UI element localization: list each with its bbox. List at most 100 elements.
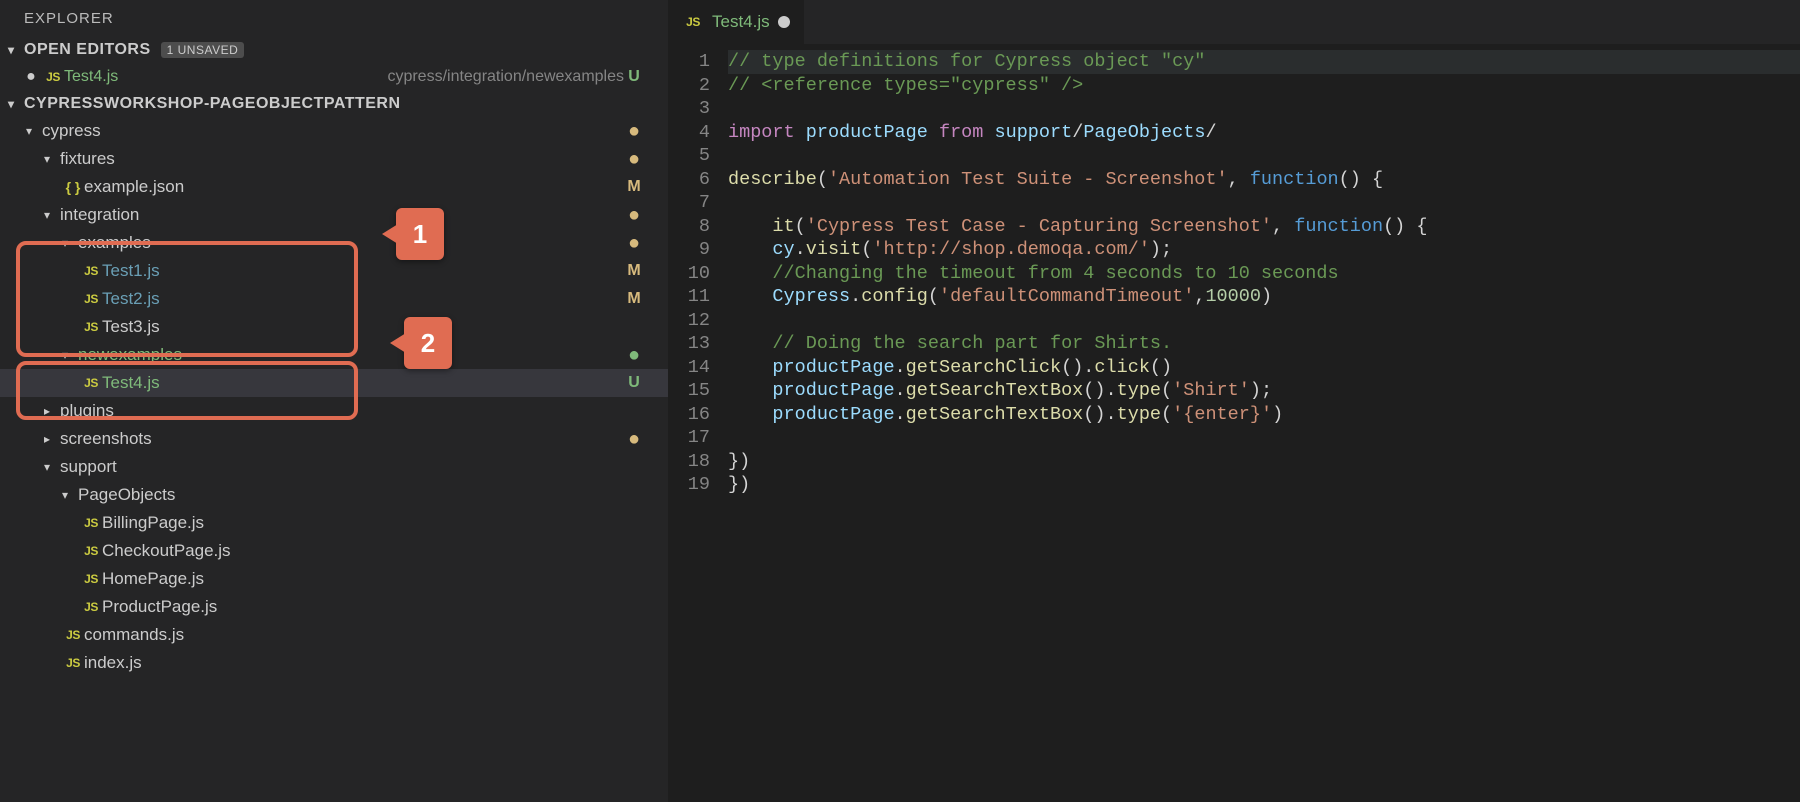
folder-screenshots[interactable]: ▸screenshots● [0, 425, 668, 453]
line-number: 14 [668, 356, 710, 380]
folder-integration[interactable]: ▾integration● [0, 201, 668, 229]
open-editor-filename: Test4.js [64, 68, 379, 86]
line-number: 2 [668, 74, 710, 98]
file-commands.js[interactable]: JScommands.js [0, 621, 668, 649]
code-content[interactable]: // type definitions for Cypress object "… [728, 50, 1800, 802]
dirty-indicator-icon [778, 16, 790, 28]
js-file-icon: JS [42, 70, 64, 84]
line-number: 8 [668, 215, 710, 239]
chevron-down-icon: ▾ [44, 152, 56, 166]
git-dirty-dot-icon: ● [624, 210, 644, 220]
folder-PageObjects[interactable]: ▾PageObjects [0, 481, 668, 509]
line-number: 15 [668, 379, 710, 403]
line-number: 1 [668, 50, 710, 74]
code-line[interactable]: describe('Automation Test Suite - Screen… [728, 168, 1800, 192]
line-number: 17 [668, 426, 710, 450]
file-label: Test1.js [102, 261, 624, 281]
code-line[interactable]: // <reference types="cypress" /> [728, 74, 1800, 98]
folder-label: support [60, 457, 644, 477]
line-number: 11 [668, 285, 710, 309]
file-index.js[interactable]: JSindex.js [0, 649, 668, 677]
json-file-icon: { } [62, 179, 84, 195]
file-Test3.js[interactable]: JSTest3.js [0, 313, 668, 341]
code-line[interactable] [728, 309, 1800, 333]
git-dirty-dot-icon: ● [624, 434, 644, 444]
file-label: HomePage.js [102, 569, 644, 589]
js-file-icon: JS [80, 264, 102, 278]
file-Test4.js[interactable]: JSTest4.jsU [0, 369, 668, 397]
git-status: M [624, 262, 644, 280]
open-editors-label: OPEN EDITORS [24, 41, 151, 59]
js-file-icon: JS [80, 544, 102, 558]
line-number: 10 [668, 262, 710, 286]
code-line[interactable] [728, 144, 1800, 168]
file-BillingPage.js[interactable]: JSBillingPage.js [0, 509, 668, 537]
file-label: example.json [84, 177, 624, 197]
dirty-indicator-icon: ● [20, 68, 42, 86]
code-line[interactable]: //Changing the timeout from 4 seconds to… [728, 262, 1800, 286]
code-line[interactable] [728, 191, 1800, 215]
chevron-right-icon: ▸ [44, 432, 56, 446]
file-ProductPage.js[interactable]: JSProductPage.js [0, 593, 668, 621]
code-line[interactable]: Cypress.config('defaultCommandTimeout',1… [728, 285, 1800, 309]
line-number: 18 [668, 450, 710, 474]
line-number-gutter: 12345678910111213141516171819 [668, 50, 728, 802]
folder-plugins[interactable]: ▸plugins [0, 397, 668, 425]
code-line[interactable]: it('Cypress Test Case - Capturing Screen… [728, 215, 1800, 239]
code-line[interactable]: productPage.getSearchClick().click() [728, 356, 1800, 380]
code-area[interactable]: 12345678910111213141516171819 // type de… [668, 44, 1800, 802]
js-file-icon: JS [682, 15, 704, 29]
chevron-down-icon: ▾ [44, 208, 56, 222]
git-dirty-dot-icon: ● [624, 126, 644, 136]
chevron-down-icon: ▾ [62, 236, 74, 250]
chevron-down-icon: ▾ [62, 348, 74, 362]
open-editor-item[interactable]: ● JS Test4.js cypress/integration/newexa… [0, 63, 668, 91]
git-dirty-dot-icon: ● [624, 350, 644, 360]
code-line[interactable]: // type definitions for Cypress object "… [728, 50, 1800, 74]
code-line[interactable]: productPage.getSearchTextBox().type('Shi… [728, 379, 1800, 403]
file-Test2.js[interactable]: JSTest2.jsM [0, 285, 668, 313]
folder-label: newexamples [78, 345, 624, 365]
file-CheckoutPage.js[interactable]: JSCheckoutPage.js [0, 537, 668, 565]
folder-newexamples[interactable]: ▾ newexamples● [0, 341, 668, 369]
line-number: 3 [668, 97, 710, 121]
code-line[interactable] [728, 97, 1800, 121]
workspace-name: CYPRESSWORKSHOP-PAGEOBJECTPATTERN [24, 95, 401, 113]
tab-label: Test4.js [712, 12, 770, 32]
git-status: M [624, 290, 644, 308]
explorer-title: EXPLORER [0, 0, 668, 37]
code-line[interactable]: import productPage from support/PageObje… [728, 121, 1800, 145]
folder-examples[interactable]: ▾examples● [0, 229, 668, 257]
file-label: Test4.js [102, 373, 624, 393]
annotation-callout-1: 1 [396, 208, 444, 260]
code-line[interactable] [728, 426, 1800, 450]
folder-fixtures[interactable]: ▾fixtures● [0, 145, 668, 173]
code-line[interactable]: // Doing the search part for Shirts. [728, 332, 1800, 356]
chevron-down-icon: ▾ [44, 460, 56, 474]
editor-panel: JS Test4.js 1234567891011121314151617181… [668, 0, 1800, 802]
git-status: U [624, 374, 644, 392]
code-line[interactable]: }) [728, 450, 1800, 474]
tab-test4[interactable]: JS Test4.js [668, 0, 804, 44]
code-line[interactable]: productPage.getSearchTextBox().type('{en… [728, 403, 1800, 427]
code-line[interactable]: cy.visit('http://shop.demoqa.com/'); [728, 238, 1800, 262]
annotation-callout-2: 2 [404, 317, 452, 369]
file-tree: ▾cypress●▾fixtures●{ }example.jsonM▾inte… [0, 117, 668, 802]
js-file-icon: JS [80, 516, 102, 530]
folder-label: PageObjects [78, 485, 644, 505]
js-file-icon: JS [62, 628, 84, 642]
workspace-header[interactable]: ▾ CYPRESSWORKSHOP-PAGEOBJECTPATTERN [0, 91, 668, 117]
code-line[interactable]: }) [728, 473, 1800, 497]
js-file-icon: JS [80, 320, 102, 334]
line-number: 5 [668, 144, 710, 168]
file-Test1.js[interactable]: JSTest1.jsM [0, 257, 668, 285]
line-number: 16 [668, 403, 710, 427]
chevron-down-icon: ▾ [8, 43, 20, 57]
folder-support[interactable]: ▾ support [0, 453, 668, 481]
open-editors-header[interactable]: ▾ OPEN EDITORS 1 UNSAVED [0, 37, 668, 63]
file-example.json[interactable]: { }example.jsonM [0, 173, 668, 201]
folder-cypress[interactable]: ▾cypress● [0, 117, 668, 145]
line-number: 6 [668, 168, 710, 192]
line-number: 9 [668, 238, 710, 262]
file-HomePage.js[interactable]: JSHomePage.js [0, 565, 668, 593]
